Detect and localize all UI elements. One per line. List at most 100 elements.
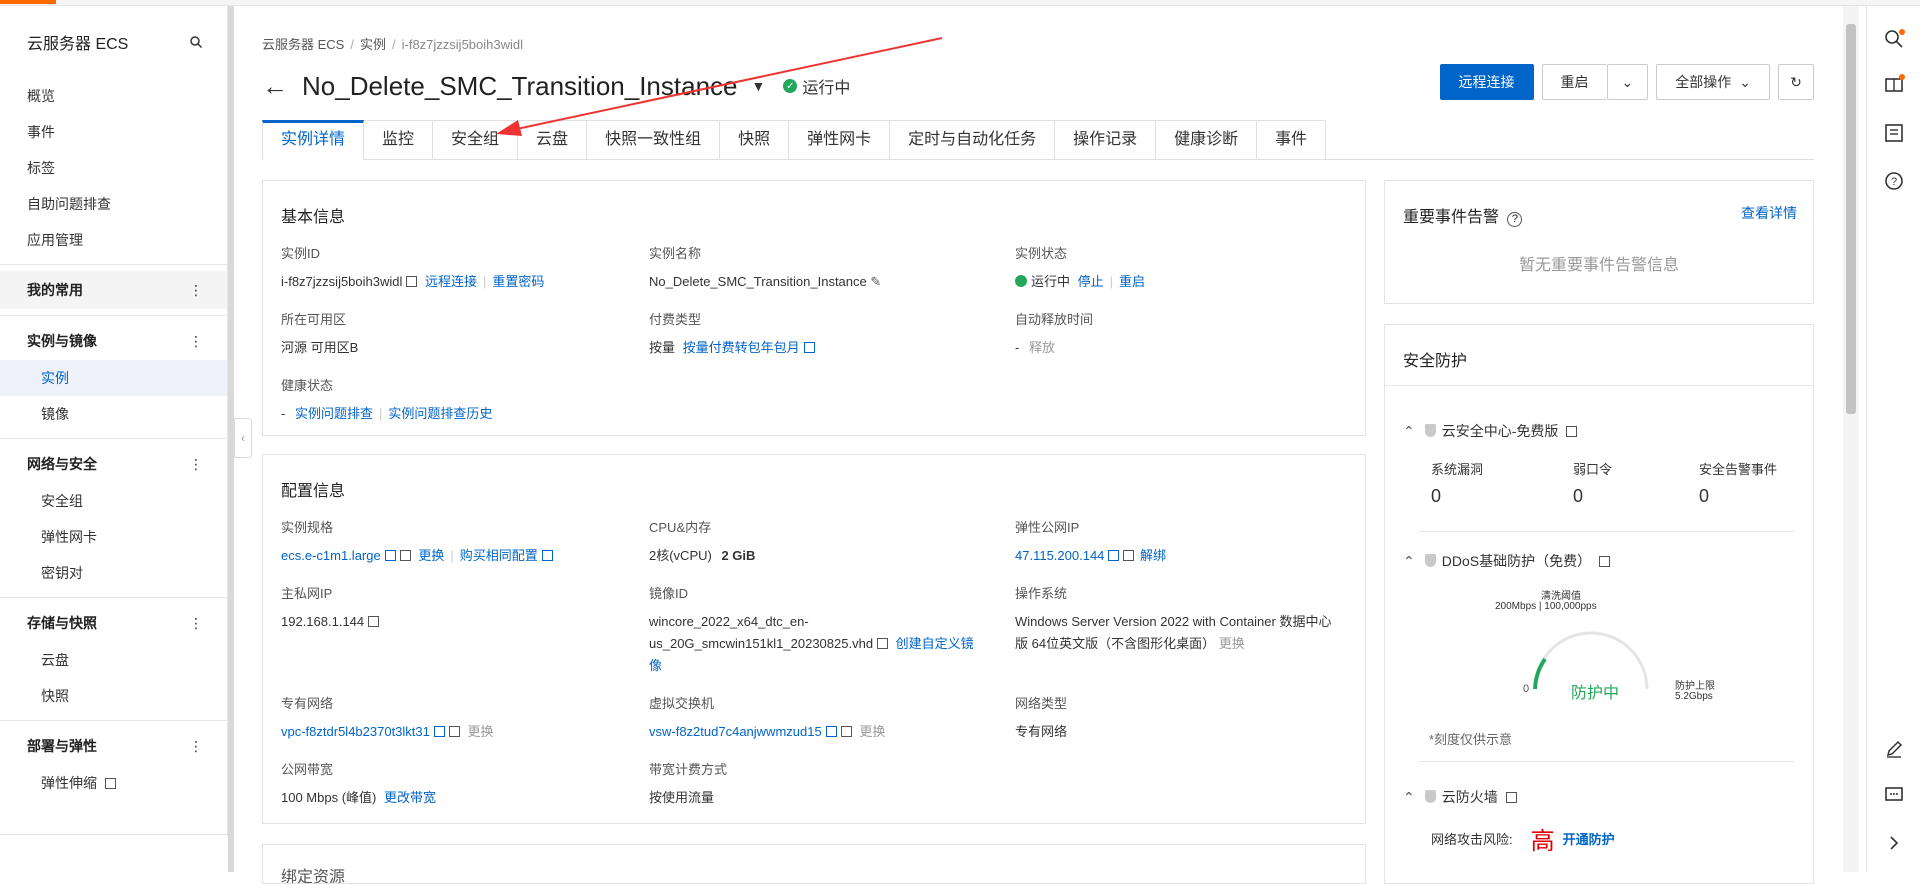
copy-icon[interactable] xyxy=(448,726,460,737)
edit-icon[interactable]: ✎ xyxy=(870,274,881,289)
back-arrow-icon[interactable]: ← xyxy=(262,71,288,102)
enable-protection-link[interactable]: 开通防护 xyxy=(1563,829,1615,848)
tab-operation-logs[interactable]: 操作记录 xyxy=(1055,120,1157,160)
change-vswitch-link: 更换 xyxy=(859,724,886,739)
tab-instance-details[interactable]: 实例详情 xyxy=(262,120,365,160)
create-image-link-cont[interactable]: 像 xyxy=(649,655,974,677)
sidebar-item-self-troubleshoot[interactable]: 自助问题排查 xyxy=(0,186,227,222)
book-icon[interactable] xyxy=(1883,74,1905,96)
caret-up-icon[interactable]: ⌃ xyxy=(1403,423,1415,439)
right-toolbar: ? xyxy=(1866,6,1920,872)
create-image-link[interactable]: 创建自定义镜 xyxy=(896,636,974,651)
more-icon[interactable]: ⋮ xyxy=(189,322,203,360)
change-bandwidth-link[interactable]: 更改带宽 xyxy=(384,790,436,805)
eip-link[interactable]: 47.115.200.144 xyxy=(1015,548,1104,563)
sidebar-item-instance[interactable]: 实例 xyxy=(0,360,227,396)
all-operations-button[interactable]: 全部操作 ⌄ xyxy=(1656,64,1770,100)
sidebar-group-storage[interactable]: 存储与快照 ⋮ xyxy=(0,604,227,642)
sidebar-item-eni[interactable]: 弹性网卡 xyxy=(0,519,227,555)
section-title: DDoS基础防护（免费） xyxy=(1441,553,1592,569)
breadcrumb-root[interactable]: 云服务器 ECS xyxy=(262,37,344,52)
sidebar-group-deploy[interactable]: 部署与弹性 ⋮ xyxy=(0,727,227,765)
reset-password-link[interactable]: 重置密码 xyxy=(492,274,544,289)
vpc-link[interactable]: vpc-f8ztdr5l4b2370t3lkt31 xyxy=(281,724,430,739)
search-icon[interactable] xyxy=(189,35,203,49)
view-details-link[interactable]: 查看详情 xyxy=(1741,203,1797,223)
scrollbar[interactable] xyxy=(1843,6,1859,872)
refresh-button[interactable]: ↻ xyxy=(1778,64,1814,100)
field-bandwidth-billing: 带宽计费方式 按使用流量 xyxy=(649,759,727,809)
help-icon[interactable]: ? xyxy=(1883,170,1905,192)
all-ops-label: 全部操作 xyxy=(1675,74,1732,90)
search-icon[interactable] xyxy=(1883,28,1905,50)
firewall-header[interactable]: ⌃ 云防火墙 xyxy=(1403,787,1517,807)
sidebar-item-auto-scaling[interactable]: 弹性伸缩 xyxy=(0,765,227,801)
scrollbar-thumb[interactable] xyxy=(1846,24,1856,414)
copy-icon[interactable] xyxy=(406,276,418,287)
more-icon[interactable]: ⋮ xyxy=(189,604,203,642)
copy-icon[interactable] xyxy=(840,726,852,737)
tab-health-diagnosis[interactable]: 健康诊断 xyxy=(1156,120,1258,160)
troubleshoot-history-link[interactable]: 实例问题排查历史 xyxy=(388,406,492,421)
sidebar-item-security-group[interactable]: 安全组 xyxy=(0,483,227,519)
sidebar-group-favorites[interactable]: 我的常用 ⋮ xyxy=(0,271,227,309)
basic-info-card: 基本信息 实例ID i-f8z7jzzsij5boih3widl 远程连接 | 重置… xyxy=(262,180,1366,436)
divider xyxy=(1419,761,1795,762)
security-center-header[interactable]: ⌃ 云安全中心-免费版 xyxy=(1403,421,1578,441)
sidebar-item-tags[interactable]: 标签 xyxy=(0,150,227,186)
collapse-sidebar-button[interactable]: ‹ xyxy=(234,418,252,458)
field-value: 版 64位英文版（不含图形化桌面） 更换 xyxy=(1015,633,1331,655)
remote-connect-button[interactable]: 远程连接 xyxy=(1439,64,1534,100)
restart-button[interactable]: 重启 xyxy=(1541,64,1607,100)
sidebar-item-image[interactable]: 镜像 xyxy=(0,396,227,432)
external-link-icon[interactable] xyxy=(1599,556,1611,567)
restart-link[interactable]: 重启 xyxy=(1119,274,1145,289)
sidebar-group-network[interactable]: 网络与安全 ⋮ xyxy=(0,445,227,483)
copy-icon[interactable] xyxy=(399,550,411,561)
more-icon[interactable]: ⋮ xyxy=(189,445,203,483)
buy-same-link[interactable]: 购买相同配置 xyxy=(460,548,538,563)
sidebar-item-disk[interactable]: 云盘 xyxy=(0,642,227,678)
copy-icon[interactable] xyxy=(368,616,380,627)
convert-billing-link[interactable]: 按量付费转包年包月 xyxy=(683,340,800,355)
vswitch-link[interactable]: vsw-f8z2tud7c4anjwwmzud15 xyxy=(649,724,822,739)
copy-icon[interactable] xyxy=(1123,550,1135,561)
sidebar-item-keypair[interactable]: 密钥对 xyxy=(0,555,227,591)
copy-icon[interactable] xyxy=(877,638,889,649)
ddos-header[interactable]: ⌃ DDoS基础防护（免费） xyxy=(1403,551,1611,571)
breadcrumb-section[interactable]: 实例 xyxy=(360,37,386,52)
more-icon[interactable]: ⋮ xyxy=(189,271,203,309)
chevron-right-icon[interactable] xyxy=(1883,832,1905,854)
unbind-link[interactable]: 解绑 xyxy=(1140,548,1166,563)
spec-link[interactable]: ecs.e-c1m1.large xyxy=(281,548,381,563)
divider xyxy=(0,438,227,439)
image-id-line-2: us_20G_smcwin151kl1_20230825.vhd xyxy=(649,636,874,651)
message-icon[interactable] xyxy=(1883,784,1905,806)
sidebar-item-snapshot[interactable]: 快照 xyxy=(0,678,227,714)
tab-monitoring[interactable]: 监控 xyxy=(364,120,434,160)
card-title: 基本信息 xyxy=(281,209,346,226)
external-link-icon[interactable] xyxy=(1505,792,1517,803)
external-link-icon[interactable] xyxy=(1566,426,1578,437)
edit-icon[interactable] xyxy=(1883,738,1905,760)
divider xyxy=(1385,385,1813,386)
more-icon[interactable]: ⋮ xyxy=(189,727,203,765)
field-zone: 所在可用区 河源 可用区B xyxy=(281,309,358,359)
sidebar-item-overview[interactable]: 概览 xyxy=(0,78,227,114)
chevron-down-icon[interactable]: ⌄ xyxy=(1606,64,1649,100)
caret-up-icon[interactable]: ⌃ xyxy=(1403,553,1415,569)
sidebar-group-instances[interactable]: 实例与镜像 ⋮ xyxy=(0,322,227,360)
stop-link[interactable]: 停止 xyxy=(1078,274,1104,289)
breadcrumb: 云服务器 ECS / 实例 / i-f8z7jzzsij5boih3widl xyxy=(262,34,523,53)
sidebar-item-app-management[interactable]: 应用管理 xyxy=(0,222,227,258)
tab-events[interactable]: 事件 xyxy=(1257,120,1327,160)
breadcrumb-separator: / xyxy=(391,37,396,52)
troubleshoot-link[interactable]: 实例问题排查 xyxy=(295,406,373,421)
sidebar-item-events[interactable]: 事件 xyxy=(0,114,227,150)
help-icon[interactable]: ? xyxy=(1507,212,1523,227)
change-spec-link[interactable]: 更换 xyxy=(418,548,444,563)
list-icon[interactable] xyxy=(1883,122,1905,144)
remote-connect-link[interactable]: 远程连接 xyxy=(425,274,477,289)
caret-up-icon[interactable]: ⌃ xyxy=(1403,789,1415,805)
state-value: 运行中 xyxy=(1031,274,1071,289)
